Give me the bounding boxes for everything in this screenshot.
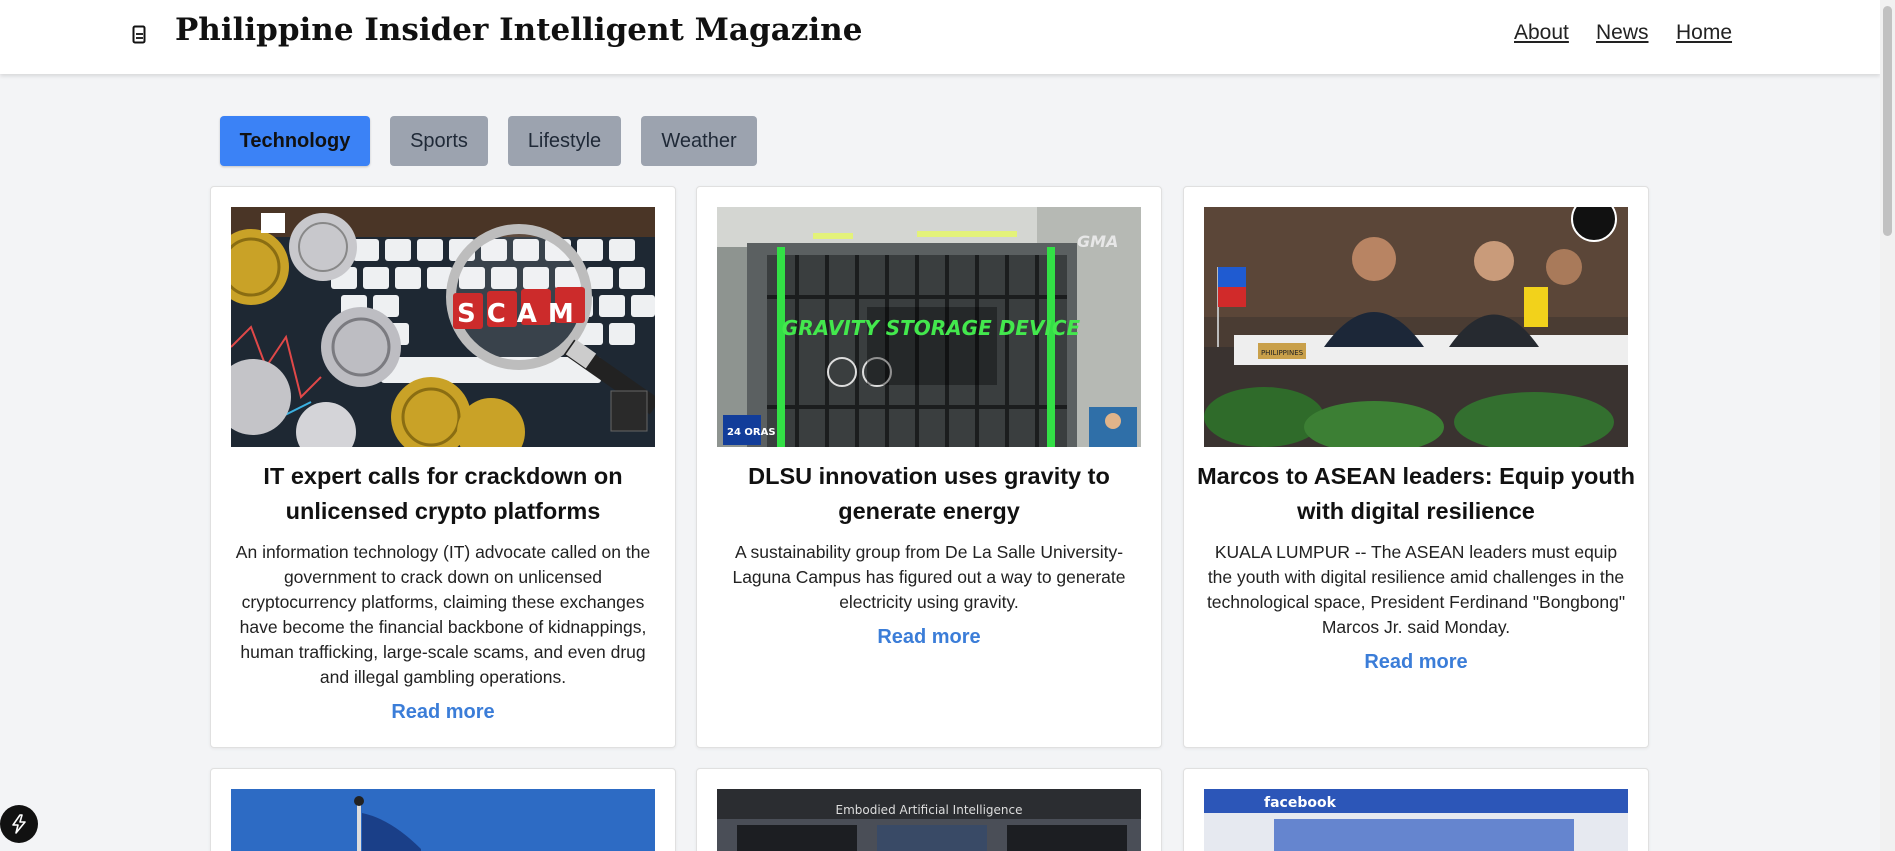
read-more-link[interactable]: Read more (1184, 651, 1648, 674)
image-badge-gma: GMA (1077, 232, 1118, 251)
nav-news-link[interactable]: News (1596, 21, 1649, 45)
tab-weather[interactable]: Weather (641, 116, 757, 166)
image-text-philippines: PHILIPPINES (1261, 349, 1304, 357)
article-title[interactable]: IT expert calls for crackdown on unlicen… (221, 459, 665, 529)
read-more-link[interactable]: Read more (697, 626, 1161, 649)
article-card: facebook (1183, 768, 1649, 851)
site-title[interactable]: Philippine Insider Intelligent Magazine (175, 12, 862, 48)
article-image[interactable] (231, 789, 655, 851)
article-title[interactable]: DLSU innovation uses gravity to generate… (707, 459, 1151, 529)
book-icon[interactable] (132, 25, 147, 45)
article-description: A sustainability group from De La Salle … (732, 542, 1126, 612)
scrollbar-thumb[interactable] (1883, 6, 1892, 236)
article-image[interactable]: SCAM (231, 207, 655, 447)
article-description: An information technology (IT) advocate … (235, 542, 651, 687)
bolt-icon[interactable] (0, 805, 38, 843)
site-header: Philippine Insider Intelligent Magazine … (0, 0, 1880, 74)
article-card (210, 768, 676, 851)
image-badge-24oras: 24 ORAS (727, 427, 776, 438)
image-text-gravity: GRAVITY STORAGE DEVICE (782, 316, 1081, 340)
tab-lifestyle[interactable]: Lifestyle (508, 116, 621, 166)
tab-sports[interactable]: Sports (390, 116, 488, 166)
article-card: Embodied Artificial Intelligence (696, 768, 1162, 851)
scrollbar[interactable] (1880, 0, 1895, 851)
article-image[interactable]: PHILIPPINES (1204, 207, 1628, 447)
nav-about-link[interactable]: About (1514, 21, 1569, 45)
image-text-ai: Embodied Artificial Intelligence (836, 803, 1023, 817)
article-image[interactable]: GRAVITY STORAGE DEVICE GMA 24 ORAS (717, 207, 1141, 447)
tab-technology[interactable]: Technology (220, 116, 370, 166)
article-title[interactable]: Marcos to ASEAN leaders: Equip youth wit… (1194, 459, 1638, 529)
image-text-facebook: facebook (1264, 795, 1337, 811)
image-text-scam: SCAM (457, 299, 585, 329)
article-image[interactable]: facebook (1204, 789, 1628, 851)
article-card: PHILIPPINES Marcos to ASEAN leaders: Equ… (1183, 186, 1649, 748)
nav-home-link[interactable]: Home (1676, 21, 1732, 45)
article-card: SCAM IT expert calls for crackdown on un… (210, 186, 676, 748)
read-more-link[interactable]: Read more (211, 701, 675, 724)
article-description: KUALA LUMPUR -- The ASEAN leaders must e… (1206, 542, 1626, 637)
article-image[interactable]: Embodied Artificial Intelligence (717, 789, 1141, 851)
article-card: GRAVITY STORAGE DEVICE GMA 24 ORAS DLSU … (696, 186, 1162, 748)
